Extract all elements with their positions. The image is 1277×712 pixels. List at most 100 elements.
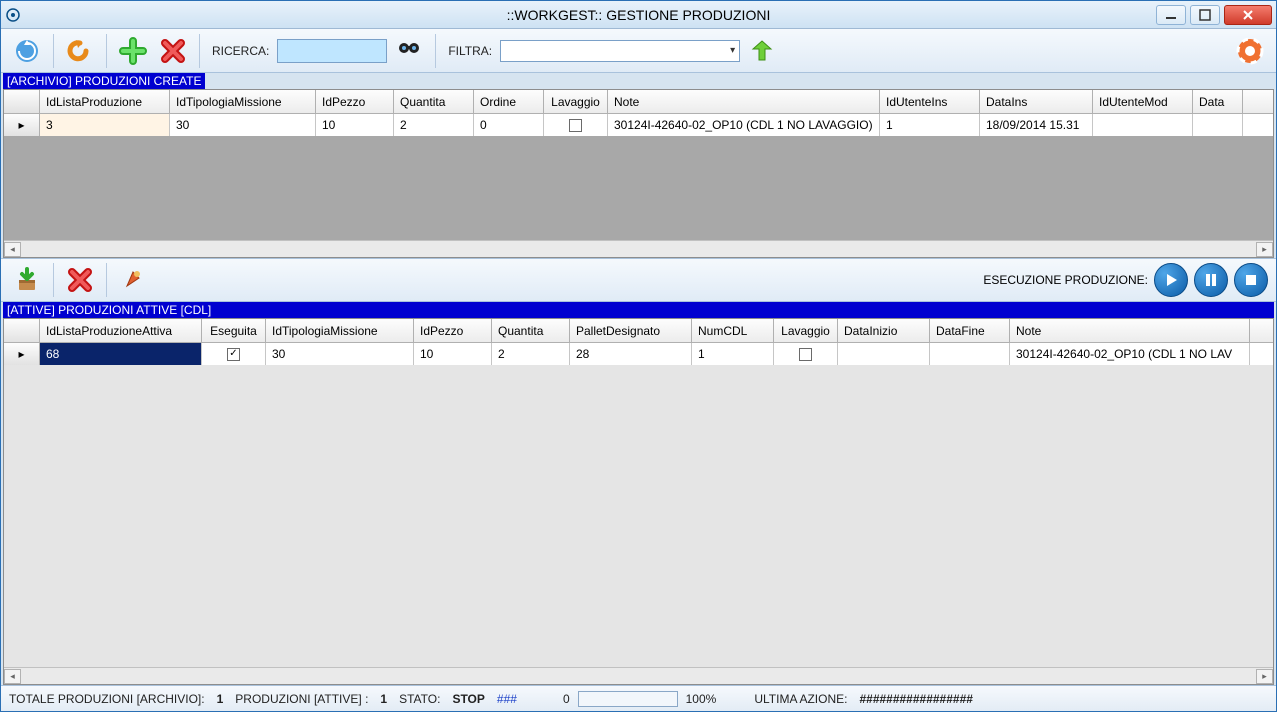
grid-horizontal-scrollbar[interactable]: ◂ ▸: [4, 667, 1273, 684]
import-button[interactable]: [9, 262, 45, 298]
cell-idtipologiamissione[interactable]: 30: [266, 343, 414, 365]
launch-button[interactable]: [115, 262, 151, 298]
col-idutenteins[interactable]: IdUtenteIns: [880, 90, 980, 113]
checkbox-checked-icon[interactable]: ✓: [227, 348, 240, 361]
progress-bar: [578, 691, 678, 707]
active-section-title: [ATTIVE] PRODUZIONI ATTIVE [CDL]: [3, 302, 1274, 318]
total-archive-label: TOTALE PRODUZIONI [ARCHIVIO]:: [9, 692, 205, 706]
col-ordine[interactable]: Ordine: [474, 90, 544, 113]
state-label: STATO:: [399, 692, 440, 706]
col-idutentemod[interactable]: IdUtenteMod: [1093, 90, 1193, 113]
col-note[interactable]: Note: [608, 90, 880, 113]
undo-button[interactable]: [62, 33, 98, 69]
grid-horizontal-scrollbar[interactable]: ◂ ▸: [4, 240, 1273, 257]
help-button[interactable]: [1232, 33, 1268, 69]
row-indicator-icon: ▸: [4, 114, 40, 136]
col-lavaggio[interactable]: Lavaggio: [544, 90, 608, 113]
filter-select[interactable]: ▾: [500, 40, 740, 62]
play-button[interactable]: [1154, 263, 1188, 297]
col-numcdl[interactable]: NumCDL: [692, 319, 774, 342]
col-idlistaproduzioneattiva[interactable]: IdListaProduzioneAttiva: [40, 319, 202, 342]
main-toolbar: RICERCA: FILTRA: ▾: [1, 29, 1276, 73]
col-idtipologiamissione[interactable]: IdTipologiaMissione: [266, 319, 414, 342]
cell-numcdl[interactable]: 1: [692, 343, 774, 365]
add-button[interactable]: [115, 33, 151, 69]
total-archive-value: 1: [217, 692, 224, 706]
cell-note[interactable]: 30124I-42640-02_OP10 (CDL 1 NO LAVAGGIO): [608, 114, 880, 136]
search-label: RICERCA:: [212, 44, 269, 58]
col-quantita[interactable]: Quantita: [394, 90, 474, 113]
cell-eseguita[interactable]: ✓: [202, 343, 266, 365]
scroll-right-icon[interactable]: ▸: [1256, 242, 1273, 257]
filter-label: FILTRA:: [448, 44, 492, 58]
archive-grid: IdListaProduzione IdTipologiaMissione Id…: [3, 89, 1274, 258]
filter-apply-button[interactable]: [744, 33, 780, 69]
cell-quantita[interactable]: 2: [492, 343, 570, 365]
col-eseguita[interactable]: Eseguita: [202, 319, 266, 342]
scroll-left-icon[interactable]: ◂: [4, 669, 21, 684]
checkbox-unchecked-icon[interactable]: [799, 348, 812, 361]
active-count-label: PRODUZIONI [ATTIVE] :: [235, 692, 368, 706]
cell-quantita[interactable]: 2: [394, 114, 474, 136]
col-lavaggio[interactable]: Lavaggio: [774, 319, 838, 342]
col-idtipologiamissione[interactable]: IdTipologiaMissione: [170, 90, 316, 113]
row-header-col[interactable]: [4, 90, 40, 113]
stop-button[interactable]: [1234, 263, 1268, 297]
hash-indicator: ###: [497, 692, 517, 706]
cell-idutenteins[interactable]: 1: [880, 114, 980, 136]
cell-lavaggio[interactable]: [774, 343, 838, 365]
active-toolbar: ESECUZIONE PRODUZIONE:: [1, 258, 1276, 302]
cell-data[interactable]: [1193, 114, 1243, 136]
delete-active-button[interactable]: [62, 262, 98, 298]
cell-note[interactable]: 30124I-42640-02_OP10 (CDL 1 NO LAV: [1010, 343, 1250, 365]
row-indicator-icon: ▸: [4, 343, 40, 365]
maximize-button[interactable]: [1190, 5, 1220, 25]
cell-lavaggio[interactable]: [544, 114, 608, 136]
minimize-button[interactable]: [1156, 5, 1186, 25]
last-action-label: ULTIMA AZIONE:: [754, 692, 847, 706]
cell-datains[interactable]: 18/09/2014 15.31: [980, 114, 1093, 136]
table-row[interactable]: ▸ 3 30 10 2 0 30124I-42640-02_OP10 (CDL …: [4, 114, 1273, 136]
col-palletdesignato[interactable]: PalletDesignato: [570, 319, 692, 342]
col-idpezzo[interactable]: IdPezzo: [414, 319, 492, 342]
cell-idlistaproduzione[interactable]: 3: [40, 114, 170, 136]
cell-idlistaproduzioneattiva[interactable]: 68: [40, 343, 202, 365]
table-row[interactable]: ▸ 68 ✓ 30 10 2 28 1 30124I-42640-02_OP10…: [4, 343, 1273, 365]
cell-palletdesignato[interactable]: 28: [570, 343, 692, 365]
scroll-right-icon[interactable]: ▸: [1256, 669, 1273, 684]
cell-idpezzo[interactable]: 10: [316, 114, 394, 136]
close-button[interactable]: [1224, 5, 1272, 25]
col-datafine[interactable]: DataFine: [930, 319, 1010, 342]
row-header-col[interactable]: [4, 319, 40, 342]
col-note[interactable]: Note: [1010, 319, 1250, 342]
cell-idutentemod[interactable]: [1093, 114, 1193, 136]
cell-idtipologiamissione[interactable]: 30: [170, 114, 316, 136]
col-idpezzo[interactable]: IdPezzo: [316, 90, 394, 113]
app-icon: [5, 7, 21, 23]
cell-idpezzo[interactable]: 10: [414, 343, 492, 365]
col-idlistaproduzione[interactable]: IdListaProduzione: [40, 90, 170, 113]
col-datainizio[interactable]: DataInizio: [838, 319, 930, 342]
titlebar: ::WORKGEST:: GESTIONE PRODUZIONI: [1, 1, 1276, 29]
cell-ordine[interactable]: 0: [474, 114, 544, 136]
search-button[interactable]: [391, 33, 427, 69]
delete-button[interactable]: [155, 33, 191, 69]
cell-datafine[interactable]: [930, 343, 1010, 365]
status-bar: TOTALE PRODUZIONI [ARCHIVIO]: 1 PRODUZIO…: [1, 685, 1276, 711]
pause-button[interactable]: [1194, 263, 1228, 297]
exec-label: ESECUZIONE PRODUZIONE:: [983, 273, 1148, 287]
refresh-button[interactable]: [9, 33, 45, 69]
col-data[interactable]: Data: [1193, 90, 1243, 113]
search-input[interactable]: [277, 39, 387, 63]
scroll-left-icon[interactable]: ◂: [4, 242, 21, 257]
col-datains[interactable]: DataIns: [980, 90, 1093, 113]
progress-number: 0: [563, 692, 570, 706]
cell-datainizio[interactable]: [838, 343, 930, 365]
progress-percent: 100%: [686, 692, 717, 706]
state-value: STOP: [452, 692, 484, 706]
active-count-value: 1: [380, 692, 387, 706]
col-quantita[interactable]: Quantita: [492, 319, 570, 342]
checkbox-unchecked-icon[interactable]: [569, 119, 582, 132]
archive-section-title: [ARCHIVIO] PRODUZIONI CREATE: [3, 73, 205, 89]
active-grid: IdListaProduzioneAttiva Eseguita IdTipol…: [3, 318, 1274, 685]
